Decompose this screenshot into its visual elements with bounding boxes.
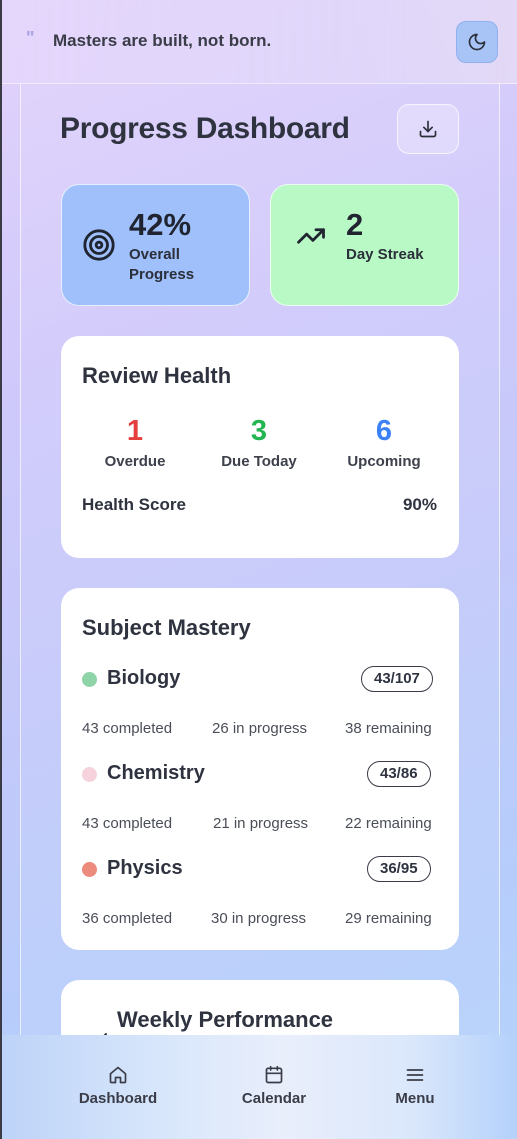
subject-in-progress: 30 in progress	[211, 910, 307, 927]
upcoming-count: 6	[375, 415, 393, 447]
subject-progress-badge: 36/95	[367, 856, 431, 882]
bottom-navigation: Dashboard Calendar Menu	[2, 1035, 517, 1139]
target-icon	[83, 229, 115, 261]
health-score-value: 90%	[402, 495, 437, 514]
moon-icon	[468, 33, 486, 51]
home-icon	[109, 1066, 127, 1084]
quote-text: Masters are built, not born.	[53, 31, 272, 50]
subject-color-dot	[82, 672, 97, 687]
download-icon	[419, 120, 437, 138]
trending-up-icon	[297, 228, 325, 244]
subject-completed: 43 completed	[82, 720, 173, 737]
review-health-card: Review Health 1 Overdue 3 Due Today 6 Up…	[61, 336, 459, 558]
health-score-label: Health Score	[82, 495, 186, 514]
subject-name: Physics	[107, 857, 183, 879]
page-title: Progress Dashboard	[60, 112, 350, 145]
nav-calendar[interactable]: Calendar	[214, 1065, 334, 1107]
overdue-count: 1	[126, 415, 144, 447]
day-streak-card: 2 Day Streak	[270, 184, 459, 306]
download-button[interactable]	[397, 104, 459, 154]
subject-progress-badge: 43/86	[367, 761, 431, 787]
day-streak-label: Day Streak	[346, 246, 424, 263]
nav-dashboard-label: Dashboard	[78, 1090, 158, 1107]
quote-banner: " Masters are built, not born.	[2, 0, 517, 84]
due-today-count: 3	[250, 415, 268, 447]
nav-dashboard[interactable]: Dashboard	[58, 1065, 178, 1107]
subject-mastery-title: Subject Mastery	[82, 615, 251, 640]
overall-progress-label: Overall Progress	[129, 246, 195, 283]
window-edge	[0, 0, 2, 1139]
subject-name: Biology	[107, 667, 181, 689]
quote-mark-icon: "	[26, 28, 35, 48]
overall-progress-value: 42%	[129, 207, 192, 242]
subject-completed: 43 completed	[82, 815, 173, 832]
nav-menu-label: Menu	[395, 1090, 435, 1107]
subject-remaining: 38 remaining	[345, 720, 432, 737]
subject-remaining: 22 remaining	[345, 815, 432, 832]
day-streak-value: 2	[346, 207, 364, 242]
nav-calendar-label: Calendar	[241, 1090, 307, 1107]
nav-menu[interactable]: Menu	[355, 1065, 475, 1107]
subject-remaining: 29 remaining	[345, 910, 432, 927]
due-today-label: Due Today	[221, 453, 297, 470]
upcoming-label: Upcoming	[347, 453, 421, 470]
subject-completed: 36 completed	[82, 910, 173, 927]
dark-mode-toggle-button[interactable]	[456, 21, 498, 63]
subject-name: Chemistry	[107, 762, 205, 784]
subject-color-dot	[82, 767, 97, 782]
subject-color-dot	[82, 862, 97, 877]
overdue-label: Overdue	[104, 453, 166, 470]
subject-mastery-card: Subject Mastery Biology 43/107 43 comple…	[61, 588, 459, 950]
subject-in-progress: 26 in progress	[212, 720, 308, 737]
subject-progress-badge: 43/107	[361, 666, 433, 692]
menu-icon	[406, 1069, 424, 1081]
calendar-icon	[265, 1065, 283, 1084]
weekly-performance-title: Weekly Performance	[117, 1007, 334, 1032]
subject-in-progress: 21 in progress	[213, 815, 309, 832]
overall-progress-card: 42% Overall Progress	[61, 184, 250, 306]
review-health-title: Review Health	[82, 363, 232, 388]
